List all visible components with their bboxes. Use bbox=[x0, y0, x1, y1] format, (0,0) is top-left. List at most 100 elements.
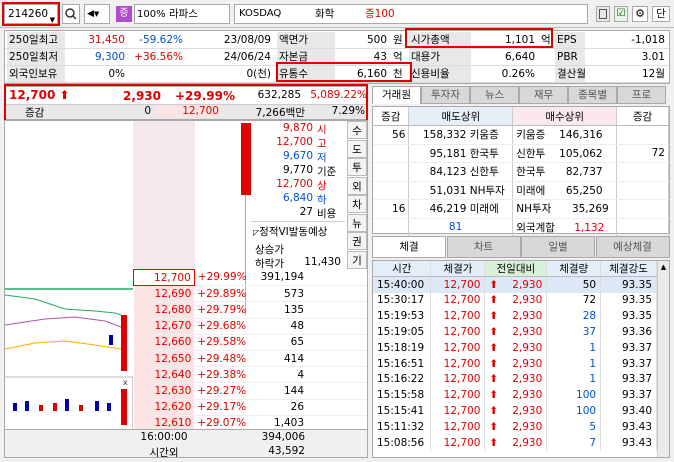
pct-badge: 100% bbox=[137, 9, 166, 20]
tick-row[interactable]: 15:16:22 12,700 ⬆ 2,930 1 93.37 bbox=[373, 371, 657, 388]
sell-delta: 16 bbox=[373, 199, 410, 219]
bid-row[interactable]: 12,620 +29.17% 26 bbox=[133, 399, 367, 416]
tick-tab-2[interactable]: 일별 bbox=[521, 236, 595, 258]
tick-time: 15:40:00 bbox=[373, 276, 432, 293]
broker-header-cell: 매도상위 bbox=[408, 107, 514, 126]
tick-change: ⬆ 2,930 bbox=[484, 292, 548, 309]
market-label: KOSDAQ bbox=[239, 8, 282, 19]
bid-blank bbox=[307, 302, 367, 318]
tick-row[interactable]: 15:30:17 12,700 ⬆ 2,930 72 93.35 bbox=[373, 292, 657, 309]
ask-pct-col bbox=[195, 121, 245, 269]
summary-value-v4: 12월 bbox=[641, 68, 665, 80]
price-info-row: 9,870 시 bbox=[251, 122, 345, 136]
tick-header-cell: 체결량 bbox=[546, 261, 602, 278]
highlight-quote bbox=[4, 84, 368, 122]
tick-time: 15:11:32 bbox=[373, 418, 432, 435]
tab-0[interactable]: 거래원 bbox=[372, 86, 421, 104]
gear-icon: ⚙ bbox=[635, 7, 645, 20]
broker-row[interactable]: 95,181 한국투 신한투 105,062 72 bbox=[373, 144, 669, 163]
bid-pct: +29.17% bbox=[197, 401, 247, 414]
summary-label-l1: 250일최저 bbox=[7, 49, 65, 65]
search-button[interactable] bbox=[62, 4, 80, 24]
tab-3[interactable]: 재무 bbox=[519, 86, 568, 104]
side-tab[interactable]: 권 bbox=[347, 232, 367, 250]
tick-qty: 100 bbox=[546, 403, 602, 419]
broker-row[interactable]: 16 46,219 미래에 NH투자 35,269 bbox=[373, 199, 669, 219]
single-button[interactable]: 단 bbox=[652, 6, 670, 22]
scrollbar[interactable]: ▲ bbox=[657, 261, 669, 457]
bid-row[interactable]: 12,670 +29.68% 48 bbox=[133, 318, 367, 335]
broker-header: 증감 매도상위 매수상위 증감 bbox=[373, 107, 669, 126]
sound-button[interactable]: ◀▼ bbox=[84, 4, 110, 24]
summary-value-v3: 6,640 bbox=[504, 51, 535, 63]
price-info-row: 6,840 하 bbox=[251, 192, 345, 206]
bid-pct: +29.99% bbox=[197, 271, 247, 284]
tick-row[interactable]: 15:40:00 12,700 ⬆ 2,930 50 93.35 bbox=[373, 276, 657, 293]
orderbook-panel: 9,870 시 12,700 고 9,670 저 9,770 기준 12,700 상 6,840 하 2… bbox=[4, 120, 368, 458]
tab-4[interactable]: 종목별 bbox=[568, 86, 617, 104]
side-tab[interactable]: 뉴 bbox=[347, 213, 367, 232]
bid-pct: +29.89% bbox=[197, 287, 247, 300]
side-tab[interactable]: 도 bbox=[347, 139, 367, 158]
window-button[interactable] bbox=[596, 6, 610, 22]
bid-row[interactable]: 12,660 +29.58% 65 bbox=[133, 334, 367, 351]
blank bbox=[616, 218, 669, 237]
tick-row[interactable]: 15:11:32 12,700 ⬆ 2,930 5 93.43 bbox=[373, 418, 657, 435]
tick-row[interactable]: 15:19:53 12,700 ⬆ 2,930 28 93.35 bbox=[373, 308, 657, 325]
bid-blank bbox=[307, 334, 367, 350]
price-info-row: 27 비용 bbox=[251, 206, 345, 220]
side-tab[interactable]: 수 bbox=[347, 121, 367, 139]
bid-blank bbox=[307, 318, 367, 334]
tick-row[interactable]: 15:19:05 12,700 ⬆ 2,930 37 93.36 bbox=[373, 324, 657, 340]
tick-row[interactable]: 15:08:56 12,700 ⬆ 2,930 7 93.43 bbox=[373, 434, 657, 451]
tab-2[interactable]: 뉴스 bbox=[470, 86, 519, 104]
broker-row[interactable]: 84,123 신한투 한국투 82,737 bbox=[373, 162, 669, 182]
tab-5[interactable]: 프로 bbox=[617, 86, 666, 104]
tick-strength: 93.37 bbox=[600, 339, 657, 356]
stock-name-field[interactable]: 100% 라파스 bbox=[134, 4, 230, 24]
side-tab[interactable]: 차 bbox=[347, 195, 367, 213]
settings-button[interactable]: ⚙ bbox=[632, 6, 648, 22]
tick-tab-bar: 체결 차트 일별 예상체결 bbox=[372, 236, 670, 258]
sell-broker: 158,332 키움증 bbox=[408, 125, 514, 145]
tick-tab-0[interactable]: 체결 bbox=[372, 236, 446, 258]
bid-row[interactable]: 12,630 +29.27% 144 bbox=[133, 382, 367, 399]
bid-row[interactable]: 12,690 +29.89% 573 bbox=[133, 285, 367, 302]
tick-row[interactable]: 15:15:58 12,700 ⬆ 2,930 100 93.37 bbox=[373, 387, 657, 404]
side-tab[interactable]: 투 bbox=[347, 158, 367, 176]
tick-change: ⬆ 2,930 bbox=[484, 339, 548, 356]
tick-time: 15:15:41 bbox=[373, 403, 432, 419]
after-hours-value1: 394,006 bbox=[261, 431, 305, 443]
summary-date-d1: 0(천) bbox=[246, 68, 271, 80]
buy-delta bbox=[616, 125, 669, 145]
price-info-row: 12,700 고 bbox=[251, 136, 345, 150]
up-arrow-icon: ⬆ bbox=[489, 294, 499, 307]
orderbook-footer: 16:00:00 시간외 394,006 43,592 bbox=[5, 429, 367, 457]
tick-row[interactable]: 15:15:41 12,700 ⬆ 2,930 100 93.40 bbox=[373, 403, 657, 419]
tick-row[interactable]: 15:18:19 12,700 ⬆ 2,930 1 93.37 bbox=[373, 339, 657, 356]
tick-qty: 5 bbox=[546, 418, 602, 435]
price-info-label: 기준 bbox=[317, 166, 337, 178]
up-arrow-icon: ⬆ bbox=[489, 420, 499, 433]
side-tab[interactable]: 외 bbox=[347, 176, 367, 195]
bid-row[interactable]: 12,650 +29.48% 414 bbox=[133, 350, 367, 367]
tick-change: ⬆ 2,930 bbox=[484, 324, 548, 340]
tick-row[interactable]: 15:16:51 12,700 ⬆ 2,930 1 93.37 bbox=[373, 355, 657, 372]
bid-qty: 391,194 bbox=[260, 271, 305, 284]
broker-row[interactable]: 51,031 NH투자 미래에 65,250 bbox=[373, 181, 669, 200]
tab-1[interactable]: 투자자 bbox=[421, 86, 470, 104]
side-tab[interactable]: 기 bbox=[347, 250, 367, 269]
tick-tab-1[interactable]: 차트 bbox=[446, 236, 521, 258]
scroll-up-icon[interactable]: ▲ bbox=[658, 261, 669, 273]
bid-blank bbox=[307, 399, 367, 415]
blank bbox=[373, 218, 410, 237]
bid-qty: 65 bbox=[290, 336, 305, 349]
checkbox-button[interactable]: ☑ bbox=[614, 6, 628, 22]
tick-tab-3[interactable]: 예상체결 bbox=[595, 236, 670, 258]
vi-title: ◸정적VI발동예상 bbox=[253, 226, 328, 238]
bid-row[interactable]: 12,680 +29.79% 135 bbox=[133, 301, 367, 319]
bid-row[interactable]: 12,640 +29.38% 4 bbox=[133, 366, 367, 383]
bid-row[interactable]: 12,700 +29.99% 391,194 bbox=[133, 268, 367, 287]
broker-row[interactable]: 56 158,332 키움증 키움증 146,316 bbox=[373, 125, 669, 145]
price-info-value: 9,870 bbox=[282, 122, 313, 134]
